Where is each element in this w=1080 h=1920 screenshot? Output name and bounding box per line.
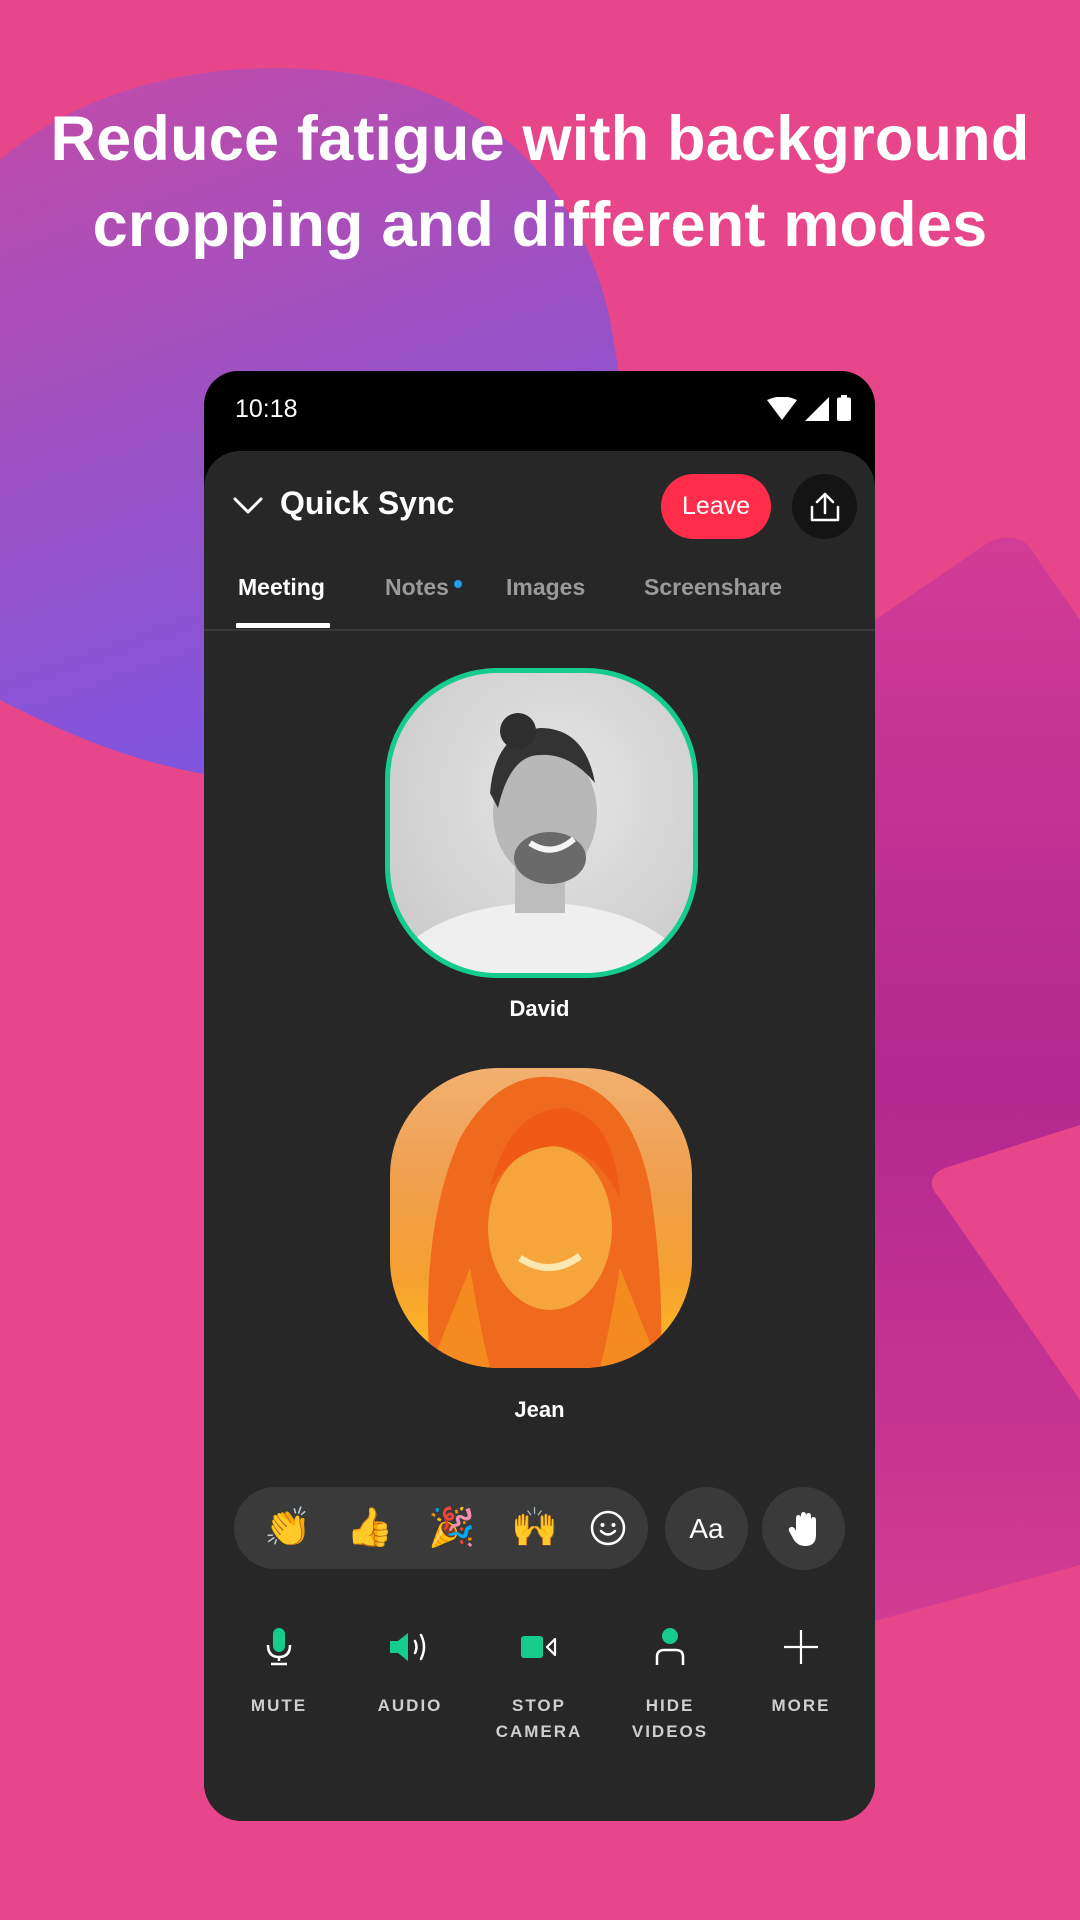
stop-camera-label: STOP CAMERA [474, 1693, 604, 1745]
participant-tile-david[interactable] [385, 668, 698, 978]
person-icon [655, 1628, 685, 1665]
tab-meeting[interactable]: Meeting [238, 574, 325, 601]
raising-hands-reaction[interactable]: 🙌 [510, 1506, 560, 1550]
text-chat-button[interactable]: Aa [665, 1487, 748, 1570]
hide-videos-label: HIDE VIDEOS [605, 1693, 735, 1745]
phone-frame: 10:18 Quick Sync Leave Meeting Notes Ima… [204, 371, 875, 1821]
share-button[interactable] [792, 474, 857, 539]
marketing-headline: Reduce fatigue with background cropping … [0, 96, 1080, 268]
participant-photo [428, 1076, 662, 1368]
leave-button[interactable]: Leave [661, 474, 771, 539]
tab-screenshare[interactable]: Screenshare [644, 574, 782, 601]
share-upload-icon [810, 492, 839, 521]
participant-tile-jean[interactable] [390, 1068, 692, 1368]
label-line-2: CAMERA [495, 1722, 583, 1741]
text-button-label: Aa [689, 1512, 724, 1544]
tab-bar: Meeting Notes Images Screenshare [204, 557, 875, 631]
active-tab-indicator [236, 623, 330, 628]
label-line-2: VIDEOS [631, 1722, 709, 1741]
tab-images[interactable]: Images [506, 574, 585, 601]
participant-name-jean: Jean [514, 1397, 565, 1422]
raise-hand-button[interactable] [762, 1487, 845, 1570]
audio-label: AUDIO [377, 1696, 443, 1715]
thumbs-up-reaction[interactable]: 👍 [345, 1506, 395, 1550]
magenta-chevron-shape [860, 537, 1080, 1625]
notification-dot [454, 580, 462, 588]
clapping-hands-reaction[interactable]: 👏 [263, 1506, 313, 1550]
party-popper-reaction[interactable]: 🎉 [427, 1506, 477, 1550]
headline-line-2: cropping and different modes [92, 190, 988, 260]
speaker-icon [390, 1633, 426, 1661]
label-line-1: STOP [512, 1696, 566, 1715]
tab-notes[interactable]: Notes [385, 574, 449, 601]
wifi-icon [767, 397, 797, 420]
headline-line-1: Reduce fatigue with background [50, 104, 1030, 174]
video-camera-icon [521, 1636, 557, 1658]
cellular-signal-icon [805, 397, 829, 421]
microphone-icon [266, 1628, 292, 1666]
mute-label: MUTE [250, 1696, 308, 1715]
more-button[interactable]: MORE [736, 1623, 866, 1719]
participant-name-david: David [509, 996, 570, 1021]
audio-button[interactable]: AUDIO [345, 1623, 475, 1719]
stop-camera-button[interactable]: STOP CAMERA [474, 1623, 604, 1745]
mute-button[interactable]: MUTE [214, 1623, 344, 1719]
label-line-1: HIDE [645, 1696, 695, 1715]
hide-videos-button[interactable]: HIDE VIDEOS [605, 1623, 735, 1745]
status-time: 10:18 [235, 395, 298, 423]
plus-icon [784, 1630, 818, 1664]
raised-hand-icon [788, 1511, 816, 1546]
chevron-down-icon[interactable] [232, 495, 264, 517]
meeting-sheet: Quick Sync Leave Meeting Notes Images Sc… [204, 451, 875, 1821]
smiley-face-icon[interactable] [590, 1510, 626, 1546]
participant-photo [391, 713, 689, 973]
battery-icon [837, 395, 851, 421]
more-label: MORE [771, 1696, 831, 1715]
reaction-bar: 👏 👍 🎉 🙌 [234, 1487, 648, 1569]
status-icons [767, 395, 851, 421]
meeting-title: Quick Sync [280, 485, 455, 521]
